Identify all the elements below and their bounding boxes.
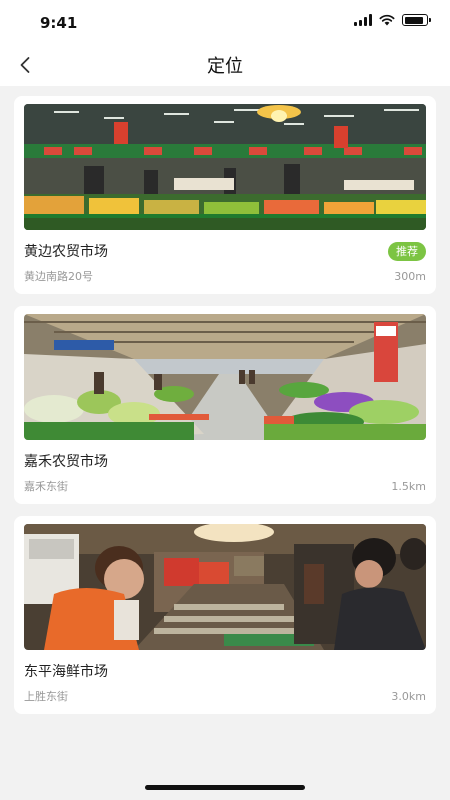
market-name: 嘉禾农贸市场 xyxy=(24,454,108,470)
market-distance: 1.5km xyxy=(391,479,426,493)
page-title: 定位 xyxy=(207,56,243,77)
market-card[interactable]: 黄边农贸市场 推荐 黄边南路20号 300m xyxy=(14,96,436,294)
market-name: 黄边农贸市场 xyxy=(24,244,108,260)
nav-bar: 定位 xyxy=(0,44,450,86)
recommended-badge: 推荐 xyxy=(388,241,426,261)
market-list: 黄边农贸市场 推荐 黄边南路20号 300m 嘉禾农贸市场 嘉禾东街 1.5km… xyxy=(0,86,450,714)
market-distance: 300m xyxy=(394,269,426,283)
status-bar: 9:41 xyxy=(0,0,450,44)
market-card[interactable]: 嘉禾农贸市场 嘉禾东街 1.5km xyxy=(14,306,436,504)
market-distance: 3.0km xyxy=(391,689,426,703)
wifi-icon xyxy=(379,14,395,26)
status-time: 9:41 xyxy=(40,14,78,32)
home-indicator xyxy=(145,785,305,790)
seafood-market-photo xyxy=(24,524,426,650)
market-name: 东平海鲜市场 xyxy=(24,664,108,680)
market-card[interactable]: 东平海鲜市场 上胜东街 3.0km xyxy=(14,516,436,714)
market-address: 上胜东街 xyxy=(24,690,68,703)
back-button[interactable] xyxy=(10,50,40,80)
market-address: 黄边南路20号 xyxy=(24,270,93,283)
vegetable-aisle-photo xyxy=(24,314,426,440)
status-icons xyxy=(354,14,431,26)
produce-market-photo xyxy=(24,104,426,230)
cellular-signal-icon xyxy=(354,14,372,26)
market-address: 嘉禾东街 xyxy=(24,480,68,493)
battery-icon xyxy=(402,14,431,26)
chevron-left-icon xyxy=(20,57,30,73)
